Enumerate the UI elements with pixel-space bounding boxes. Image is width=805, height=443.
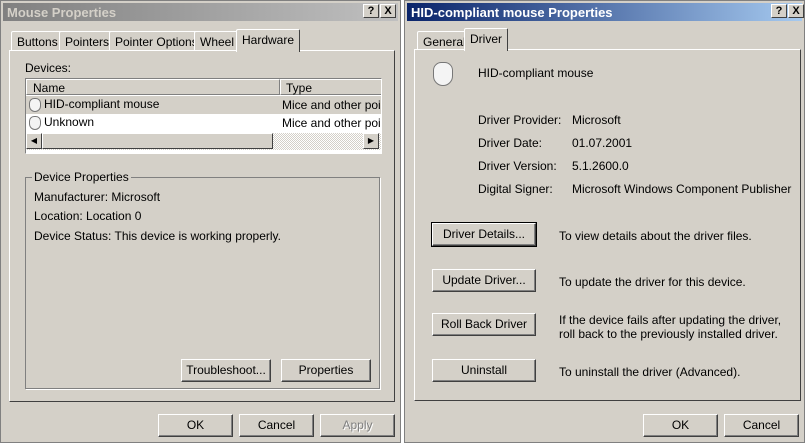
help-button[interactable]: ? xyxy=(363,4,379,18)
uninstall-desc: To uninstall the driver (Advanced). xyxy=(559,365,741,379)
device-name: Unknown xyxy=(44,115,95,129)
update-driver-desc: To update the driver for this device. xyxy=(559,275,746,289)
tab-driver[interactable]: Driver xyxy=(464,28,508,51)
properties-button[interactable]: Properties xyxy=(281,359,371,382)
device-name: HID-compliant mouse xyxy=(478,66,594,80)
driver-date-label: Driver Date: xyxy=(478,136,543,150)
roll-back-driver-desc: If the device fails after updating the d… xyxy=(559,313,782,341)
window-title: HID-compliant mouse Properties xyxy=(407,3,802,21)
cancel-button[interactable]: Cancel xyxy=(724,414,799,437)
driver-provider-value: Microsoft xyxy=(572,113,621,127)
scroll-right-button[interactable]: ▶ xyxy=(363,133,379,149)
table-row[interactable]: Unknown Mice and other point xyxy=(26,114,382,132)
ok-button[interactable]: OK xyxy=(643,414,718,437)
help-button[interactable]: ? xyxy=(771,4,787,18)
troubleshoot-button[interactable]: Troubleshoot... xyxy=(181,359,271,382)
scroll-left-button[interactable]: ◀ xyxy=(26,133,42,149)
group-title: Device Properties xyxy=(32,170,131,184)
driver-version-label: Driver Version: xyxy=(478,159,557,173)
roll-back-driver-button[interactable]: Roll Back Driver xyxy=(432,313,536,336)
column-header-name[interactable]: Name xyxy=(26,79,280,95)
tab-panel: Devices: Name Type HID-compliant mouse M… xyxy=(9,50,395,402)
mouse-properties-window: Mouse Properties ? X Buttons Pointers Po… xyxy=(0,0,401,443)
tab-wheel[interactable]: Wheel xyxy=(194,31,241,51)
device-properties-group: Device Properties Manufacturer: Microsof… xyxy=(25,170,380,389)
window-title: Mouse Properties xyxy=(3,3,398,21)
driver-version-value: 5.1.2600.0 xyxy=(572,159,629,173)
device-status-text: Device Status: This device is working pr… xyxy=(34,229,281,243)
hid-mouse-properties-window: HID-compliant mouse Properties ? X Gener… xyxy=(404,0,805,443)
ok-button[interactable]: OK xyxy=(158,414,233,437)
digital-signer-label: Digital Signer: xyxy=(478,182,553,196)
device-name: HID-compliant mouse xyxy=(44,97,160,111)
driver-details-button[interactable]: Driver Details... xyxy=(431,222,537,247)
tab-hardware[interactable]: Hardware xyxy=(236,29,301,52)
horizontal-scrollbar[interactable]: ◀ ▶ xyxy=(26,133,381,150)
column-header-type[interactable]: Type xyxy=(280,79,381,95)
scrollbar-thumb[interactable] xyxy=(42,133,273,149)
location-text: Location: Location 0 xyxy=(34,209,142,223)
tab-pointer-options[interactable]: Pointer Options xyxy=(109,31,204,51)
device-type: Mice and other point xyxy=(282,116,382,130)
digital-signer-value: Microsoft Windows Component Publisher xyxy=(572,182,792,196)
tab-panel: HID-compliant mouse Driver Provider: Mic… xyxy=(414,49,801,401)
cancel-button[interactable]: Cancel xyxy=(239,414,314,437)
close-button[interactable]: X xyxy=(380,4,396,18)
tab-buttons[interactable]: Buttons xyxy=(11,31,64,51)
close-button[interactable]: X xyxy=(788,4,804,18)
driver-details-desc: To view details about the driver files. xyxy=(559,229,752,243)
devices-label: Devices: xyxy=(25,61,72,75)
update-driver-button[interactable]: Update Driver... xyxy=(432,269,536,292)
mouse-icon xyxy=(433,62,453,86)
mouse-icon xyxy=(29,115,41,130)
driver-date-value: 01.07.2001 xyxy=(572,136,633,150)
manufacturer-text: Manufacturer: Microsoft xyxy=(34,190,161,204)
tab-pointers[interactable]: Pointers xyxy=(59,31,116,51)
uninstall-button[interactable]: Uninstall xyxy=(432,359,536,382)
apply-button[interactable]: Apply xyxy=(320,414,395,437)
devices-list[interactable]: Name Type HID-compliant mouse Mice and o… xyxy=(25,78,382,154)
device-type: Mice and other point xyxy=(282,98,382,112)
table-row[interactable]: HID-compliant mouse Mice and other point xyxy=(26,96,382,114)
mouse-icon xyxy=(29,97,41,112)
driver-provider-label: Driver Provider: xyxy=(478,113,562,127)
